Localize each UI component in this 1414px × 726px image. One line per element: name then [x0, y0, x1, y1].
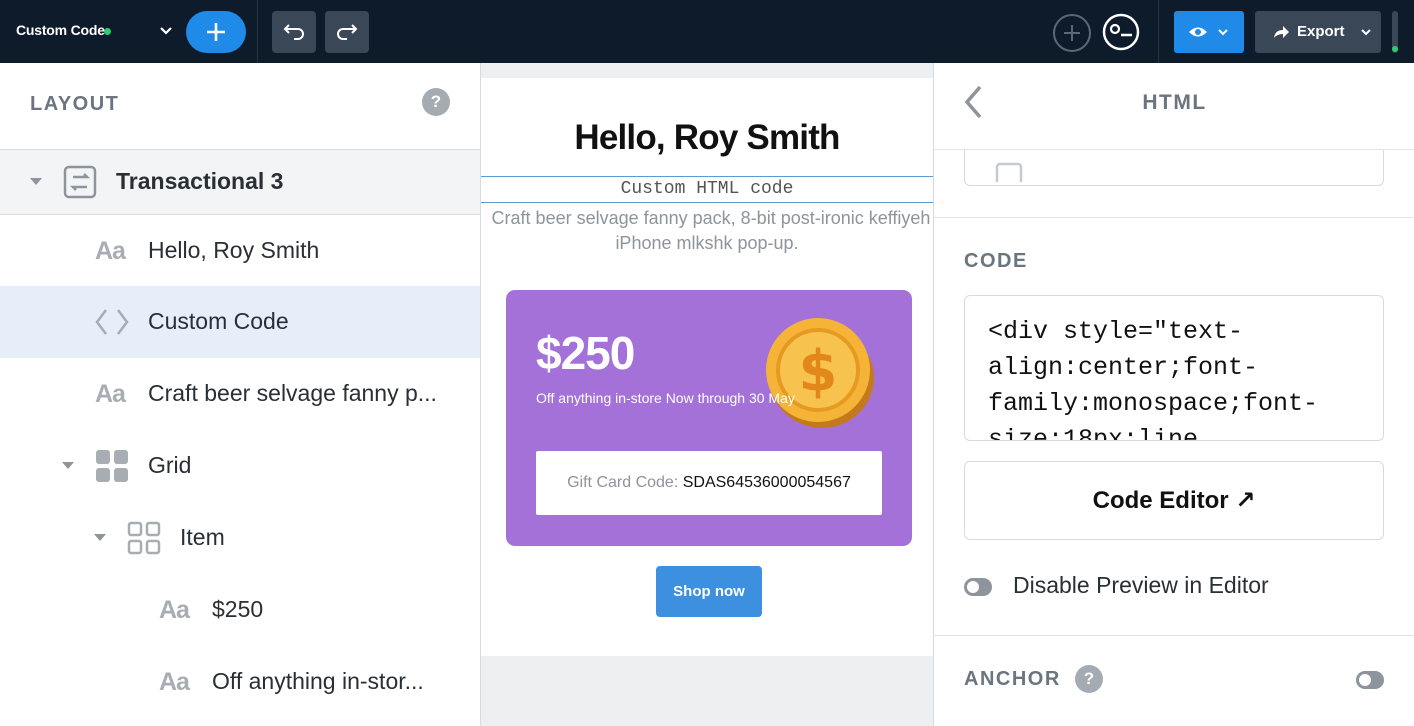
add-collaborator-button[interactable] — [1053, 14, 1091, 52]
chevron-down-icon[interactable] — [158, 20, 174, 40]
template-icon — [63, 165, 97, 199]
code-textarea[interactable]: <div style="text- align:center;font- fam… — [964, 295, 1384, 441]
email-preview: Hello, Roy Smith Custom HTML code Craft … — [481, 78, 933, 656]
tree-item-craft-beer[interactable]: Aa Craft beer selvage fanny p... — [0, 358, 480, 430]
code-content: <div style="text- align:center;font- fam… — [988, 317, 1319, 441]
text-icon: Aa — [159, 596, 190, 624]
body-text-line-1[interactable]: Craft beer selvage fanny pack, 8-bit pos… — [481, 204, 933, 233]
tree-item-label: Item — [180, 524, 225, 550]
collapse-triangle-icon[interactable] — [30, 178, 42, 185]
top-bar: Custom Code Export — [0, 0, 1414, 63]
eye-icon — [1189, 27, 1228, 37]
code-editor-button[interactable]: Code Editor ↗ — [964, 461, 1384, 540]
copy-icon — [995, 162, 1023, 182]
share-arrow-icon — [1274, 26, 1289, 38]
undo-icon — [283, 24, 304, 40]
greeting-heading[interactable]: Hello, Roy Smith — [481, 118, 933, 158]
chevron-down-icon — [1361, 29, 1371, 36]
anchor-section-label: ANCHOR — [964, 668, 1061, 690]
export-label: Export — [1297, 23, 1345, 40]
add-button[interactable] — [186, 11, 246, 53]
custom-html-block[interactable]: Custom HTML code — [481, 176, 933, 203]
tree-item-label: Grid — [148, 452, 192, 478]
grid-icon — [96, 450, 128, 482]
help-icon[interactable]: ? — [1075, 665, 1103, 693]
properties-panel: HTML CODE <div style="text- align:center… — [933, 63, 1414, 726]
svg-text:$: $ — [799, 339, 838, 404]
disable-preview-toggle[interactable] — [964, 578, 992, 596]
redo-button[interactable] — [325, 11, 369, 53]
undo-button[interactable] — [272, 11, 316, 53]
section-divider — [934, 217, 1414, 218]
gift-code-box[interactable]: Gift Card Code: SDAS64536000054567 — [536, 451, 882, 515]
tree-item-grid[interactable]: Grid — [0, 430, 480, 502]
coin-icon: $ — [766, 318, 874, 428]
grid-item-icon — [127, 521, 161, 555]
toolbar-divider — [1158, 0, 1159, 63]
layout-panel: LAYOUT ? Transactional 3 Aa Hello, Roy S… — [0, 63, 481, 726]
tree-item-label: $250 — [212, 596, 264, 622]
help-icon[interactable]: ? — [422, 88, 450, 116]
body-text-line-2[interactable]: iPhone mlkshk pop-up. — [481, 233, 933, 254]
panel-title: HTML — [1142, 91, 1207, 114]
document-name[interactable]: Custom Code — [16, 22, 105, 38]
code-icon — [95, 309, 129, 335]
gift-code-label: Gift Card Code: — [567, 474, 683, 491]
section-divider — [934, 635, 1414, 636]
toolbar-divider — [257, 0, 258, 63]
layout-title: LAYOUT — [30, 93, 120, 115]
shop-now-button[interactable]: Shop now — [656, 566, 762, 617]
export-button[interactable]: Export — [1255, 11, 1381, 53]
header-divider — [934, 149, 1414, 150]
text-icon: Aa — [159, 668, 190, 696]
anchor-toggle[interactable] — [1356, 671, 1384, 689]
saved-status-dot — [104, 28, 111, 35]
tree-item-label: Custom Code — [148, 308, 289, 334]
text-icon: Aa — [95, 237, 126, 265]
card-subtitle[interactable]: Off anything in-store Now through 30 May — [536, 390, 795, 406]
tree-item-hello[interactable]: Aa Hello, Roy Smith — [0, 215, 480, 287]
collapse-triangle-icon[interactable] — [94, 534, 106, 541]
email-canvas: Hello, Roy Smith Custom HTML code Craft … — [481, 63, 933, 726]
redo-icon — [337, 24, 358, 40]
gift-card[interactable]: $250 $ Off anything in-store Now through… — [506, 290, 912, 546]
tree-item-off-anything[interactable]: Aa Off anything in-stor... — [0, 646, 480, 718]
collapse-triangle-icon[interactable] — [62, 462, 74, 469]
disable-preview-label: Disable Preview in Editor — [1013, 572, 1269, 598]
text-icon: Aa — [95, 380, 126, 408]
tree-item-price[interactable]: Aa $250 — [0, 574, 480, 646]
preview-button[interactable] — [1174, 11, 1244, 53]
tree-item-transactional-3[interactable]: Transactional 3 — [0, 149, 480, 215]
panel-header: HTML — [934, 63, 1414, 150]
tree-item-label: Craft beer selvage fanny p... — [148, 380, 437, 406]
tree-item-custom-code[interactable]: Custom Code — [0, 286, 480, 358]
code-section-label: CODE — [964, 250, 1028, 272]
tree-item-item[interactable]: Item — [0, 502, 480, 574]
tree-item-label: Off anything in-stor... — [212, 668, 424, 694]
plus-icon — [207, 23, 225, 41]
tree-item-label: Hello, Roy Smith — [148, 237, 320, 263]
gift-code-value: SDAS64536000054567 — [682, 474, 851, 491]
connection-status-dot — [1392, 46, 1398, 52]
user-avatar-icon[interactable] — [1102, 13, 1140, 51]
card-price[interactable]: $250 — [536, 326, 635, 380]
tree-item-label: Transactional 3 — [116, 168, 284, 194]
plus-icon — [1064, 25, 1080, 41]
